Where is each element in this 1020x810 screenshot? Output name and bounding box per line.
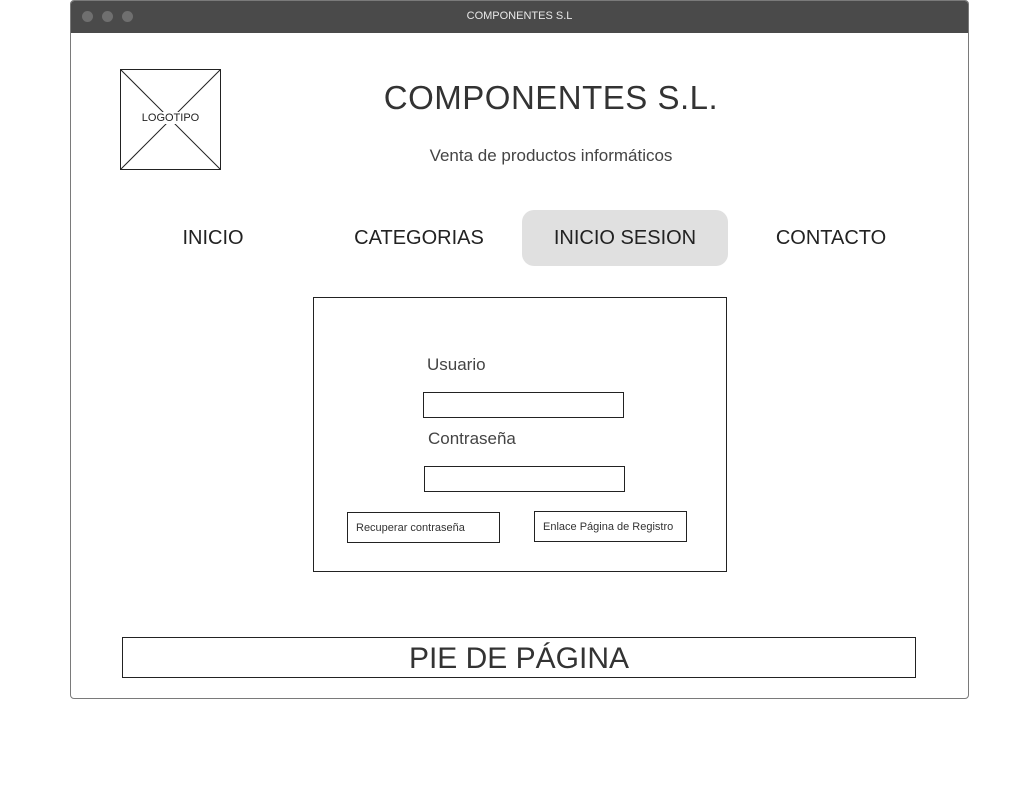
browser-window: COMPONENTES S.L LOGOTIPO COMPONENTES S.L… <box>70 0 969 699</box>
password-label: Contraseña <box>428 429 516 448</box>
nav-item-contacto[interactable]: CONTACTO <box>728 210 934 266</box>
username-input[interactable] <box>423 392 624 418</box>
window-title: COMPONENTES S.L <box>466 10 573 22</box>
nav-item-inicio-sesion[interactable]: INICIO SESION <box>522 210 728 266</box>
nav-item-inicio[interactable]: INICIO <box>110 210 316 266</box>
password-input[interactable] <box>424 466 625 492</box>
login-form: Usuario Contraseña Recuperar contraseña … <box>313 297 727 572</box>
nav-item-categorias[interactable]: CATEGORIAS <box>316 210 522 266</box>
page-footer: PIE DE PÁGINA <box>122 637 916 678</box>
site-subtitle: Venta de productos informáticos <box>429 146 673 165</box>
logo-placeholder: LOGOTIPO <box>120 69 221 170</box>
recover-password-button[interactable]: Recuperar contraseña <box>347 512 500 543</box>
username-label: Usuario <box>427 355 486 374</box>
register-page-link[interactable]: Enlace Página de Registro <box>534 511 687 542</box>
logo-label: LOGOTIPO <box>140 112 201 124</box>
site-title: COMPONENTES S.L. <box>383 79 719 116</box>
window-titlebar: COMPONENTES S.L <box>71 1 968 33</box>
